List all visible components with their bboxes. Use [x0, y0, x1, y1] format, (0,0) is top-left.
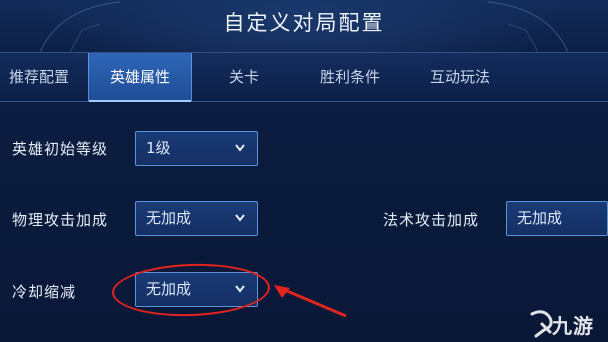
chevron-down-icon — [235, 214, 245, 222]
select-magic-attack[interactable]: 无加成 — [506, 201, 608, 236]
label-physical-attack: 物理攻击加成 — [12, 211, 109, 229]
label-initial-level: 英雄初始等级 — [12, 140, 109, 158]
select-magic-attack-value: 无加成 — [517, 209, 563, 227]
chevron-down-icon — [235, 144, 245, 152]
select-physical-attack-value: 无加成 — [146, 209, 192, 227]
tab-bar: 推荐配置 英雄属性 关卡 胜利条件 互动玩法 — [0, 52, 608, 102]
tab-interactive-play[interactable]: 互动玩法 — [410, 53, 510, 101]
watermark-text: 九游 — [552, 314, 594, 338]
page-title: 自定义对局配置 — [223, 11, 385, 35]
label-magic-attack: 法术攻击加成 — [383, 211, 480, 229]
label-cooldown: 冷却缩减 — [12, 283, 77, 301]
tab-hero-attributes[interactable]: 英雄属性 — [88, 53, 192, 102]
select-physical-attack[interactable]: 无加成 — [135, 201, 258, 236]
tab-recommended[interactable]: 推荐配置 — [0, 53, 78, 101]
select-initial-level[interactable]: 1级 — [135, 131, 258, 166]
arrow-icon — [274, 285, 347, 318]
tab-levels[interactable]: 关卡 — [206, 53, 282, 101]
select-initial-level-value: 1级 — [146, 139, 171, 157]
tab-win-conditions[interactable]: 胜利条件 — [300, 53, 400, 101]
